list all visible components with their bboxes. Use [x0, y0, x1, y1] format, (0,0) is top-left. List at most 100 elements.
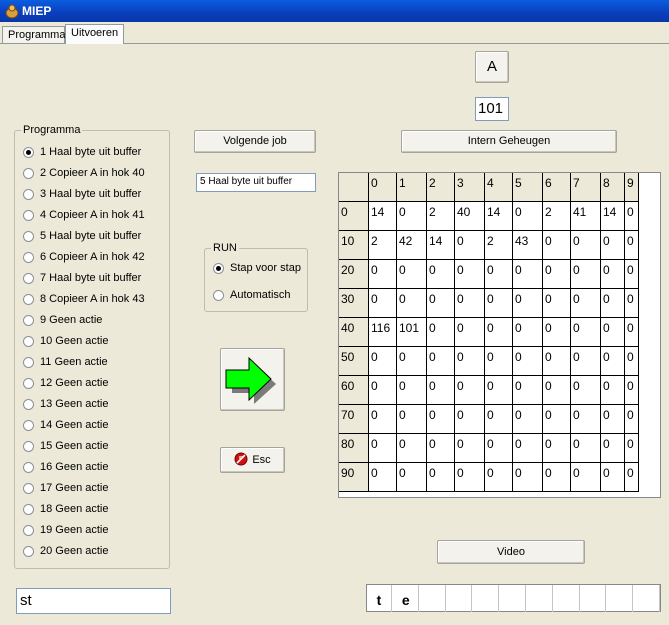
programma-radio[interactable]	[23, 545, 34, 557]
grid-row-header: 90	[339, 463, 369, 492]
programma-radio[interactable]	[23, 335, 34, 347]
programma-item[interactable]: 9 Geen actie	[23, 311, 102, 329]
programma-item[interactable]: 18 Geen actie	[23, 500, 109, 518]
window-title: MIEP	[22, 4, 52, 18]
programma-radio[interactable]	[23, 419, 34, 431]
programma-radio[interactable]	[23, 251, 34, 263]
programma-radio[interactable]	[23, 461, 34, 473]
intern-geheugen-button[interactable]: Intern Geheugen	[401, 130, 617, 153]
video-char-cell	[555, 585, 580, 612]
grid-cell: 0	[369, 289, 397, 318]
programma-item-label: 14 Geen actie	[40, 419, 109, 431]
grid-cell: 0	[571, 260, 601, 289]
tab-programma[interactable]: Programma	[2, 26, 65, 43]
programma-radio[interactable]	[23, 524, 34, 536]
video-char-cell: e	[394, 585, 419, 612]
programma-radio[interactable]	[23, 356, 34, 368]
grid-cell: 2	[485, 231, 513, 260]
grid-cell: 0	[543, 347, 571, 376]
programma-item[interactable]: 1 Haal byte uit buffer	[23, 143, 141, 161]
grid-col-header: 4	[485, 173, 513, 202]
programma-radio[interactable]	[23, 377, 34, 389]
run-option-stap-voor-stap[interactable]: Stap voor stap	[213, 259, 301, 277]
grid-cell: 0	[513, 202, 543, 231]
programma-radio[interactable]	[23, 293, 34, 305]
programma-item-label: 15 Geen actie	[40, 440, 109, 452]
programma-item[interactable]: 16 Geen actie	[23, 458, 109, 476]
grid-col-header: 7	[571, 173, 601, 202]
grid-cell: 0	[455, 434, 485, 463]
grid-cell: 0	[369, 347, 397, 376]
grid-cell: 0	[455, 463, 485, 492]
programma-item[interactable]: 6 Copieer A in hok 42	[23, 248, 145, 266]
programma-item-label: 6 Copieer A in hok 42	[40, 251, 145, 263]
grid-cell: 0	[397, 347, 427, 376]
programma-radio[interactable]	[23, 209, 34, 221]
programma-radio[interactable]	[23, 314, 34, 326]
grid-cell: 0	[485, 260, 513, 289]
programma-radio[interactable]	[23, 230, 34, 242]
programma-item[interactable]: 19 Geen actie	[23, 521, 109, 539]
esc-button[interactable]: Esc	[220, 447, 285, 473]
programma-item[interactable]: 20 Geen actie	[23, 542, 109, 560]
grid-cell: 41	[571, 202, 601, 231]
programma-item-label: 19 Geen actie	[40, 524, 109, 536]
app-icon	[5, 4, 19, 19]
radio-automatisch[interactable]	[213, 289, 224, 301]
grid-cell: 0	[397, 376, 427, 405]
programma-radio[interactable]	[23, 167, 34, 179]
programma-item[interactable]: 17 Geen actie	[23, 479, 109, 497]
grid-cell: 14	[427, 231, 455, 260]
programma-radio[interactable]	[23, 398, 34, 410]
video-char-cell	[608, 585, 634, 612]
programma-item[interactable]: 2 Copieer A in hok 40	[23, 164, 145, 182]
programma-radio[interactable]	[23, 188, 34, 200]
register-a-label: A	[475, 51, 509, 83]
video-char-cell	[528, 585, 553, 612]
programma-item[interactable]: 15 Geen actie	[23, 437, 109, 455]
programma-radio[interactable]	[23, 440, 34, 452]
grid-cell: 0	[601, 463, 625, 492]
radio-stap-voor-stap[interactable]	[213, 262, 224, 274]
run-option-automatisch[interactable]: Automatisch	[213, 286, 291, 304]
grid-cell: 0	[485, 318, 513, 347]
grid-cell: 0	[427, 318, 455, 347]
grid-cell: 0	[369, 376, 397, 405]
programma-radio[interactable]	[23, 482, 34, 494]
grid-cell: 0	[601, 347, 625, 376]
tab-uitvoeren[interactable]: Uitvoeren	[65, 24, 124, 44]
next-step-button[interactable]	[220, 348, 285, 411]
grid-cell: 0	[625, 231, 639, 260]
grid-cell: 0	[571, 318, 601, 347]
grid-cell: 0	[571, 289, 601, 318]
programma-item[interactable]: 13 Geen actie	[23, 395, 109, 413]
programma-item[interactable]: 14 Geen actie	[23, 416, 109, 434]
grid-col-header: 3	[455, 173, 485, 202]
programma-item[interactable]: 11 Geen actie	[23, 353, 108, 371]
programma-item[interactable]: 12 Geen actie	[23, 374, 109, 392]
video-button[interactable]: Video	[437, 540, 585, 564]
input-text-field[interactable]: st	[16, 588, 171, 614]
programma-item[interactable]: 3 Haal byte uit buffer	[23, 185, 141, 203]
programma-item[interactable]: 4 Copieer A in hok 41	[23, 206, 145, 224]
grid-cell: 0	[513, 289, 543, 318]
arrow-right-icon	[225, 356, 276, 404]
programma-item[interactable]: 5 Haal byte uit buffer	[23, 227, 141, 245]
volgende-job-button[interactable]: Volgende job	[194, 130, 316, 153]
grid-cell: 0	[543, 376, 571, 405]
grid-cell: 0	[427, 347, 455, 376]
grid-cell: 43	[513, 231, 543, 260]
grid-cell: 0	[369, 434, 397, 463]
grid-col-header: 1	[397, 173, 427, 202]
grid-cell: 0	[369, 463, 397, 492]
programma-radio[interactable]	[23, 146, 34, 158]
programma-item[interactable]: 8 Copieer A in hok 43	[23, 290, 145, 308]
programma-radio[interactable]	[23, 503, 34, 515]
radio-label: Automatisch	[230, 289, 291, 301]
grid-cell: 0	[397, 434, 427, 463]
programma-item[interactable]: 10 Geen actie	[23, 332, 109, 350]
programma-radio[interactable]	[23, 272, 34, 284]
video-char-strip: te	[366, 584, 661, 612]
programma-item-label: 12 Geen actie	[40, 377, 109, 389]
programma-item[interactable]: 7 Haal byte uit buffer	[23, 269, 141, 287]
